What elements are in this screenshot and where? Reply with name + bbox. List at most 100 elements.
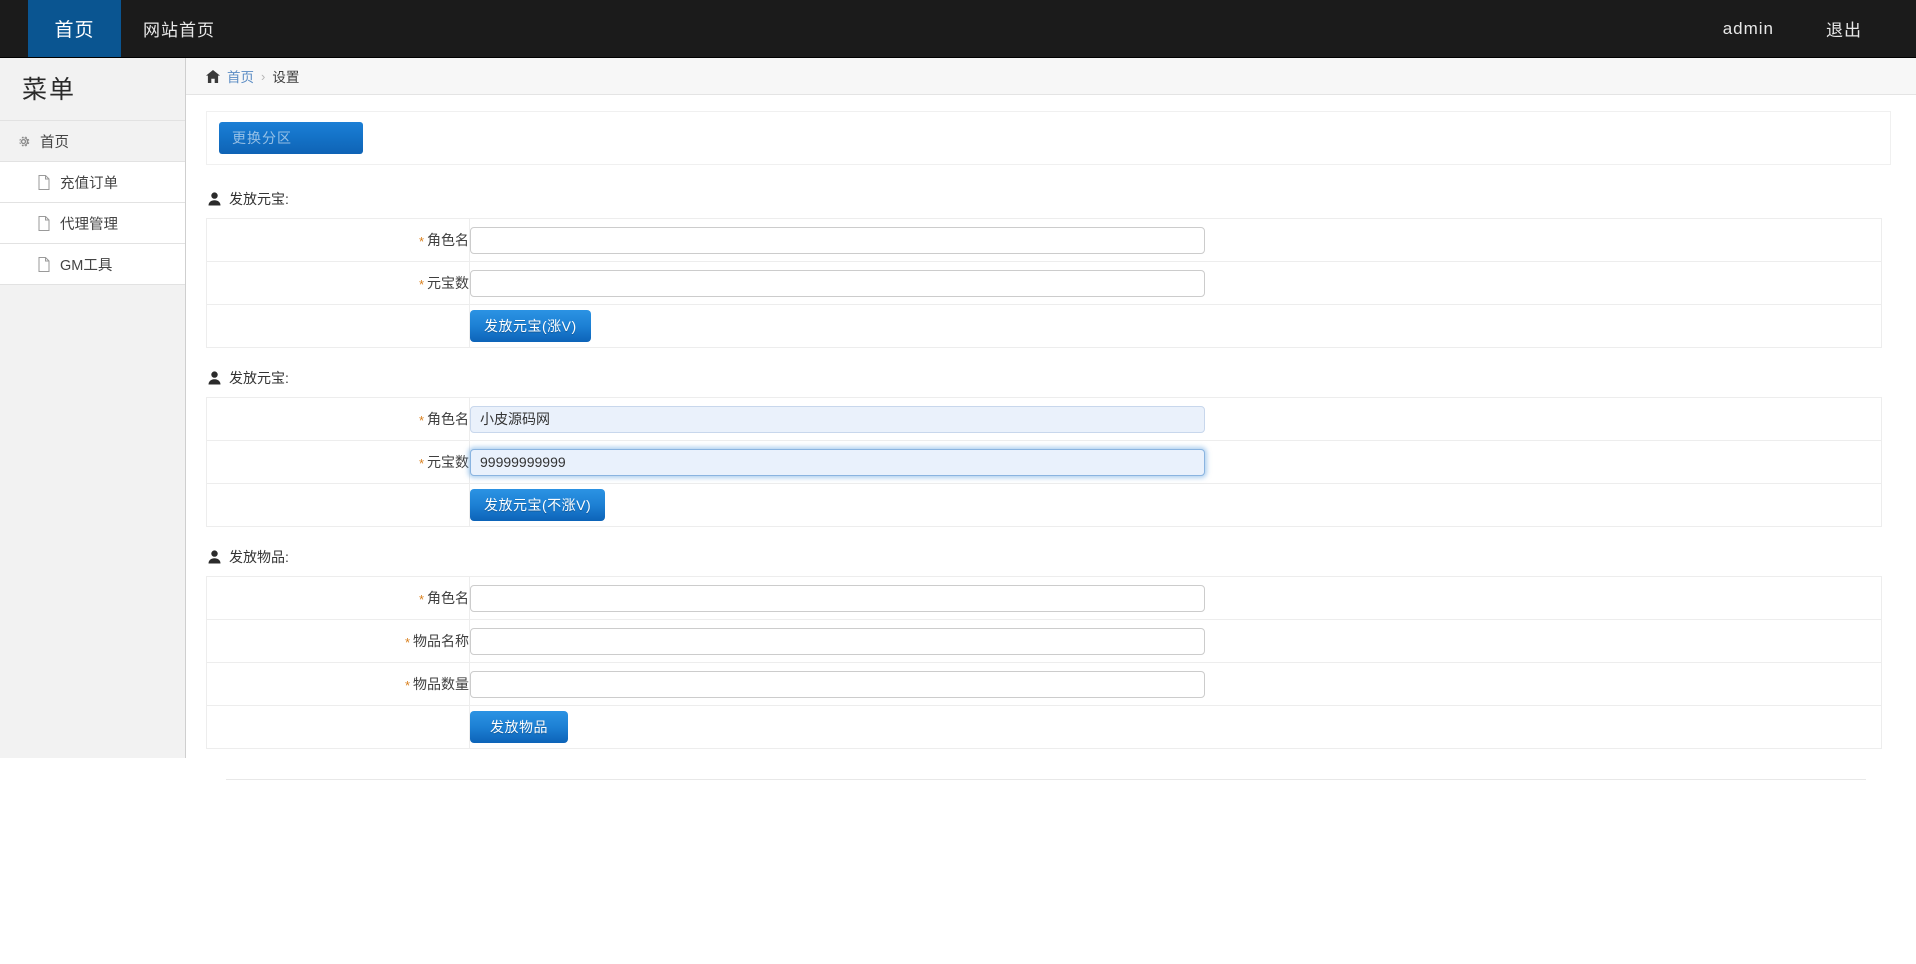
required-marker: *: [419, 277, 424, 292]
page-body: 菜单 首页 充值订单: [0, 58, 1916, 964]
item-name-input[interactable]: [470, 628, 1205, 655]
field-label: 角色名: [427, 590, 469, 606]
field-label-cell: [207, 706, 470, 749]
section-title-text: 发放元宝:: [229, 189, 289, 209]
field-label-cell: *角色名: [207, 577, 470, 620]
main-content: 首页 › 设置 更换分区 发放元宝:: [186, 58, 1916, 780]
grant-gold-v-button[interactable]: 发放元宝(涨V): [470, 310, 591, 342]
sidebar: 菜单 首页 充值订单: [0, 58, 186, 758]
required-marker: *: [419, 456, 424, 471]
nav-user-admin-label: admin: [1723, 19, 1774, 39]
form-row: 发放物品: [207, 706, 1882, 749]
form-row: 发放元宝(涨V): [207, 305, 1882, 348]
sidebar-item-home[interactable]: 首页: [0, 121, 185, 162]
item-quantity-input[interactable]: [470, 671, 1205, 698]
form-row: *角色名: [207, 219, 1882, 262]
file-icon: [36, 216, 51, 231]
field-input-cell: [470, 577, 1882, 620]
sidebar-item-gm-tools-label: GM工具: [60, 254, 112, 275]
nav-logout-label: 退出: [1826, 16, 1862, 41]
field-label: 物品数量: [413, 676, 469, 692]
form-row: *元宝数: [207, 441, 1882, 484]
field-label: 元宝数: [427, 275, 469, 291]
section-grant-item: 发放物品: *角色名 *物品名称: [206, 547, 1891, 749]
sidebar-item-agent-management[interactable]: 代理管理: [0, 203, 185, 244]
form-row: *物品名称: [207, 620, 1882, 663]
field-label-cell: [207, 305, 470, 348]
form-table: *角色名 *元宝数: [206, 218, 1882, 348]
field-label: 物品名称: [413, 633, 469, 649]
required-marker: *: [419, 592, 424, 607]
gold-amount-input[interactable]: [470, 449, 1205, 476]
section-grant-gold-v: 发放元宝: *角色名 *元宝数: [206, 189, 1891, 348]
field-label: 角色名: [427, 232, 469, 248]
section-title: 发放元宝:: [208, 368, 1891, 388]
field-label-cell: [207, 484, 470, 527]
user-icon: [208, 550, 221, 564]
section-title: 发放物品:: [208, 547, 1891, 567]
user-icon: [208, 192, 221, 206]
grant-item-button[interactable]: 发放物品: [470, 711, 568, 743]
field-submit-cell: 发放元宝(涨V): [470, 305, 1882, 348]
field-submit-cell: 发放物品: [470, 706, 1882, 749]
field-input-cell: [470, 441, 1882, 484]
home-icon: [206, 70, 220, 83]
required-marker: *: [405, 678, 410, 693]
breadcrumb-separator: ›: [261, 69, 265, 84]
form-row: *物品数量: [207, 663, 1882, 706]
footer-divider: [226, 779, 1866, 780]
required-marker: *: [405, 635, 410, 650]
user-icon: [208, 371, 221, 385]
form-row: *角色名: [207, 398, 1882, 441]
sidebar-item-home-label: 首页: [40, 131, 69, 152]
section-title-text: 发放物品:: [229, 547, 289, 567]
grant-gold-no-v-button[interactable]: 发放元宝(不涨V): [470, 489, 605, 521]
field-input-cell: [470, 663, 1882, 706]
breadcrumb-link-home[interactable]: 首页: [227, 66, 254, 86]
top-navbar: 首页 网站首页 admin 退出: [0, 0, 1916, 58]
navbar-right-group: admin 退出: [1697, 0, 1916, 57]
role-name-input[interactable]: [470, 585, 1205, 612]
field-label-cell: *元宝数: [207, 441, 470, 484]
breadcrumb-current: 设置: [272, 66, 299, 86]
required-marker: *: [419, 234, 424, 249]
nav-tab-home[interactable]: 首页: [28, 0, 121, 57]
role-name-input[interactable]: [470, 406, 1205, 433]
content-area: 更换分区 发放元宝: *角色名: [186, 95, 1916, 780]
sidebar-item-gm-tools[interactable]: GM工具: [0, 244, 185, 285]
field-label: 角色名: [427, 411, 469, 427]
field-input-cell: [470, 620, 1882, 663]
form-table: *角色名 *元宝数: [206, 397, 1882, 527]
nav-tab-home-label: 首页: [54, 15, 94, 42]
field-input-cell: [470, 219, 1882, 262]
nav-user-admin[interactable]: admin: [1697, 0, 1800, 57]
form-row: 发放元宝(不涨V): [207, 484, 1882, 527]
sidebar-item-recharge-orders[interactable]: 充值订单: [0, 162, 185, 203]
field-input-cell: [470, 262, 1882, 305]
section-title-text: 发放元宝:: [229, 368, 289, 388]
nav-link-site-home-label: 网站首页: [143, 16, 215, 41]
required-marker: *: [419, 413, 424, 428]
form-table: *角色名 *物品名称: [206, 576, 1882, 749]
zone-panel: 更换分区: [206, 111, 1891, 165]
gear-icon: [16, 134, 31, 149]
section-grant-gold-no-v: 发放元宝: *角色名 *元宝数: [206, 368, 1891, 527]
field-submit-cell: 发放元宝(不涨V): [470, 484, 1882, 527]
sidebar-item-agent-management-label: 代理管理: [60, 213, 118, 234]
sidebar-item-recharge-orders-label: 充值订单: [60, 172, 118, 193]
breadcrumb: 首页 › 设置: [186, 58, 1916, 95]
field-label-cell: *物品名称: [207, 620, 470, 663]
nav-logout[interactable]: 退出: [1800, 0, 1888, 57]
field-label: 元宝数: [427, 454, 469, 470]
role-name-input[interactable]: [470, 227, 1205, 254]
form-row: *元宝数: [207, 262, 1882, 305]
file-icon: [36, 175, 51, 190]
field-label-cell: *元宝数: [207, 262, 470, 305]
nav-link-site-home[interactable]: 网站首页: [121, 0, 237, 57]
field-input-cell: [470, 398, 1882, 441]
field-label-cell: *角色名: [207, 219, 470, 262]
sidebar-title: 菜单: [0, 58, 185, 121]
change-zone-button[interactable]: 更换分区: [219, 122, 363, 154]
gold-amount-input[interactable]: [470, 270, 1205, 297]
section-title: 发放元宝:: [208, 189, 1891, 209]
